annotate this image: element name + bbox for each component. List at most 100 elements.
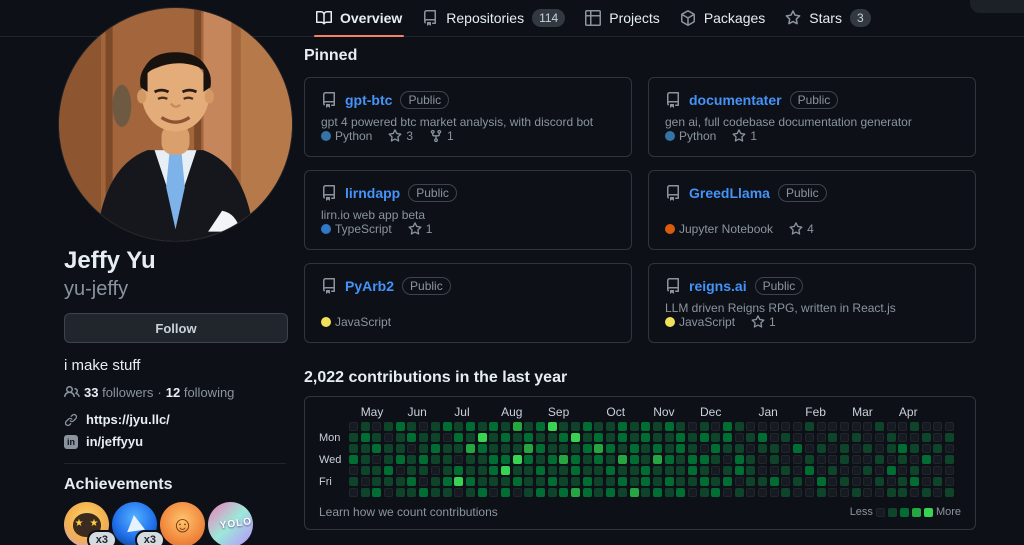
contribution-cell[interactable] [863, 433, 872, 442]
contribution-cell[interactable] [478, 455, 487, 464]
contribution-cell[interactable] [758, 444, 767, 453]
contribution-cell[interactable] [828, 444, 837, 453]
contribution-cell[interactable] [606, 444, 615, 453]
contribution-cell[interactable] [361, 422, 370, 431]
contribution-cell[interactable] [478, 488, 487, 497]
contribution-cell[interactable] [653, 422, 662, 431]
contribution-cell[interactable] [443, 466, 452, 475]
contribution-cell[interactable] [898, 433, 907, 442]
contribution-cell[interactable] [524, 466, 533, 475]
repo-link[interactable]: gpt-btc [345, 92, 392, 108]
contribution-cell[interactable] [384, 422, 393, 431]
contribution-cell[interactable] [700, 455, 709, 464]
contribution-cell[interactable] [781, 455, 790, 464]
contribution-cell[interactable] [875, 455, 884, 464]
contribution-cell[interactable] [711, 455, 720, 464]
contribution-cell[interactable] [513, 433, 522, 442]
contribution-cell[interactable] [746, 455, 755, 464]
contribution-cell[interactable] [770, 466, 779, 475]
contribution-cell[interactable] [548, 444, 557, 453]
contribution-cell[interactable] [711, 477, 720, 486]
contribution-cell[interactable] [536, 466, 545, 475]
contribution-cell[interactable] [571, 466, 580, 475]
contribution-cell[interactable] [945, 488, 954, 497]
contribution-cell[interactable] [793, 455, 802, 464]
contribution-cell[interactable] [384, 444, 393, 453]
contribution-cell[interactable] [723, 422, 732, 431]
contribution-cell[interactable] [945, 444, 954, 453]
contribution-cell[interactable] [676, 433, 685, 442]
contribution-cell[interactable] [384, 477, 393, 486]
contribution-cell[interactable] [407, 422, 416, 431]
contribution-cell[interactable] [431, 422, 440, 431]
contribution-cell[interactable] [887, 466, 896, 475]
contribution-cell[interactable] [805, 488, 814, 497]
contribution-cell[interactable] [466, 444, 475, 453]
contribution-cell[interactable] [863, 444, 872, 453]
contribution-cell[interactable] [910, 488, 919, 497]
contribution-cell[interactable] [700, 466, 709, 475]
contribution-cell[interactable] [454, 488, 463, 497]
contribution-cell[interactable] [419, 422, 428, 431]
contribution-cell[interactable] [349, 477, 358, 486]
contribution-cell[interactable] [665, 466, 674, 475]
contribution-cell[interactable] [466, 477, 475, 486]
contribution-cell[interactable] [676, 477, 685, 486]
contribution-cell[interactable] [863, 488, 872, 497]
contribution-cell[interactable] [922, 422, 931, 431]
contribution-cell[interactable] [852, 433, 861, 442]
contribution-cell[interactable] [606, 433, 615, 442]
contribution-cell[interactable] [396, 444, 405, 453]
contribution-cell[interactable] [887, 455, 896, 464]
repo-stars[interactable]: 3 [388, 129, 413, 143]
contribution-cell[interactable] [419, 488, 428, 497]
contribution-cell[interactable] [384, 488, 393, 497]
contribution-cell[interactable] [419, 466, 428, 475]
contribution-cell[interactable] [863, 466, 872, 475]
contribution-cell[interactable] [454, 422, 463, 431]
contribution-cell[interactable] [817, 477, 826, 486]
follow-button[interactable]: Follow [64, 313, 288, 343]
contribution-cell[interactable] [817, 422, 826, 431]
contribution-cell[interactable] [559, 422, 568, 431]
contribution-cell[interactable] [349, 466, 358, 475]
contribution-cell[interactable] [419, 433, 428, 442]
contribution-cell[interactable] [466, 433, 475, 442]
contribution-cell[interactable] [524, 455, 533, 464]
contribution-cell[interactable] [665, 433, 674, 442]
tab-packages[interactable]: Packages [670, 0, 775, 36]
contribution-cell[interactable] [887, 488, 896, 497]
contribution-cell[interactable] [583, 433, 592, 442]
contribution-cell[interactable] [735, 433, 744, 442]
contribution-cell[interactable] [548, 488, 557, 497]
contribution-cell[interactable] [653, 433, 662, 442]
contribution-cell[interactable] [676, 422, 685, 431]
linkedin-link[interactable]: in in/jeffyyu [64, 434, 286, 449]
contribution-cell[interactable] [805, 455, 814, 464]
contribution-cell[interactable] [653, 455, 662, 464]
contribution-cell[interactable] [559, 488, 568, 497]
contribution-cell[interactable] [817, 455, 826, 464]
contribution-cell[interactable] [863, 455, 872, 464]
contribution-cell[interactable] [559, 433, 568, 442]
contribution-cell[interactable] [676, 455, 685, 464]
contribution-cell[interactable] [676, 444, 685, 453]
contribution-cell[interactable] [349, 455, 358, 464]
contribution-cell[interactable] [828, 477, 837, 486]
repo-stars[interactable]: 1 [408, 222, 433, 236]
contribution-cell[interactable] [606, 466, 615, 475]
contribution-cell[interactable] [723, 444, 732, 453]
contribution-cell[interactable] [407, 455, 416, 464]
contribution-cell[interactable] [665, 488, 674, 497]
contribution-cell[interactable] [758, 466, 767, 475]
contribution-cell[interactable] [828, 422, 837, 431]
contribution-cell[interactable] [828, 466, 837, 475]
contribution-cell[interactable] [723, 466, 732, 475]
contribution-cell[interactable] [933, 422, 942, 431]
contribution-cell[interactable] [559, 444, 568, 453]
tab-overview[interactable]: Overview [306, 0, 412, 36]
contribution-cell[interactable] [524, 488, 533, 497]
contribution-cell[interactable] [419, 444, 428, 453]
contribution-cell[interactable] [945, 466, 954, 475]
contribution-cell[interactable] [641, 444, 650, 453]
